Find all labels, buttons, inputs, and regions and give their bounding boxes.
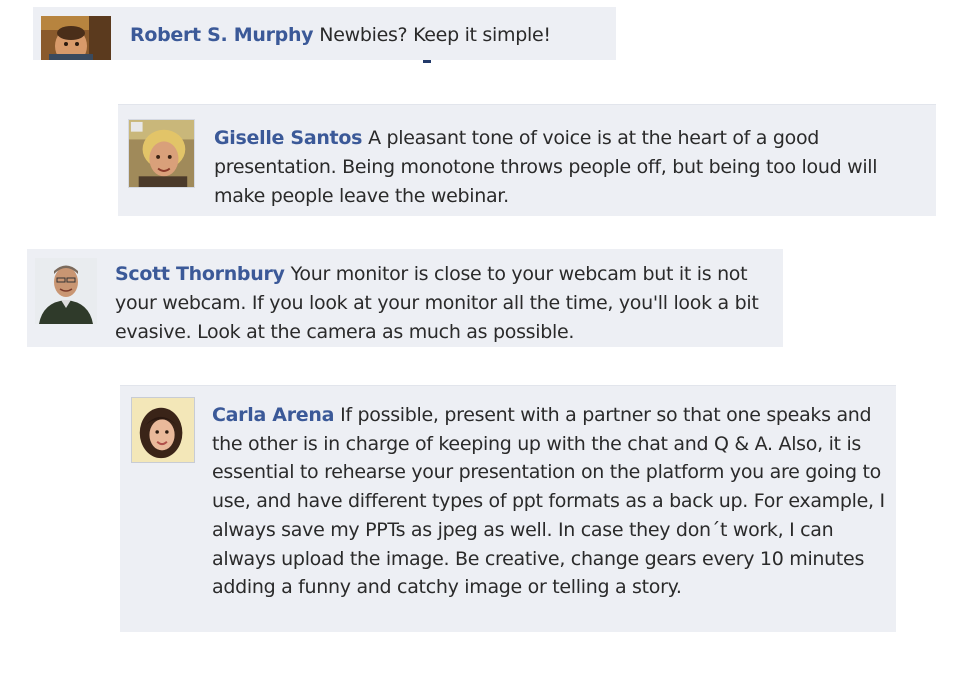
comment-carla-arena: Carla Arena If possible, present with a p…: [120, 385, 896, 632]
profile-photo-icon[interactable]: [35, 258, 97, 324]
comment-scott-thornbury: Scott Thornbury Your monitor is close to …: [27, 249, 783, 347]
comment-giselle-santos: Giselle Santos A pleasant tone of voice i…: [118, 104, 936, 216]
profile-photo-icon[interactable]: [131, 397, 195, 463]
author-link[interactable]: Carla Arena: [212, 404, 334, 426]
profile-photo-icon[interactable]: [128, 119, 195, 188]
author-link[interactable]: Giselle Santos: [214, 127, 362, 149]
author-link[interactable]: Robert S. Murphy: [130, 24, 314, 46]
comment-body: Newbies? Keep it simple!: [319, 24, 551, 46]
comment-text-block: Giselle Santos A pleasant tone of voice i…: [214, 124, 926, 211]
comment-text-block: Robert S. Murphy Newbies? Keep it simple!: [130, 21, 610, 50]
comment-body: If possible, present with a partner so t…: [212, 404, 885, 599]
comment-text-block: Carla Arena If possible, present with a p…: [212, 401, 888, 602]
author-link[interactable]: Scott Thornbury: [115, 263, 285, 285]
divider-mark: [423, 60, 431, 63]
comment-robert-murphy: Robert S. Murphy Newbies? Keep it simple!: [33, 7, 616, 60]
comment-text-block: Scott Thornbury Your monitor is close to …: [115, 260, 775, 347]
profile-photo-icon[interactable]: [41, 16, 111, 60]
